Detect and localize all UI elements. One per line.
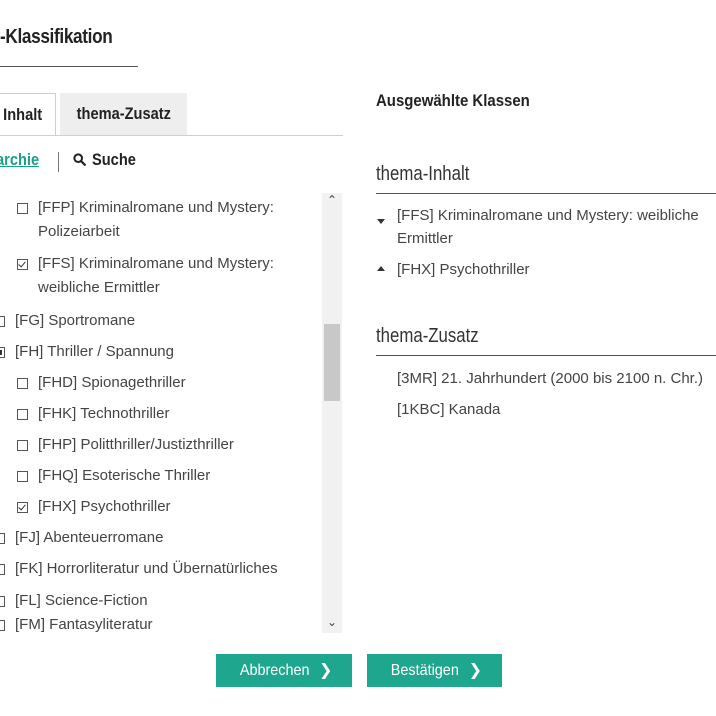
tree-item-line1: [FHD] Spionagethriller — [38, 374, 186, 391]
tree-item-checkbox[interactable] — [0, 620, 5, 631]
hierarchy-link[interactable]: archie — [0, 150, 39, 170]
tree-item-checkbox[interactable] — [0, 596, 5, 607]
tree-item-checkbox[interactable] — [17, 259, 28, 270]
selected-classes-title: Ausgewählte Klassen — [376, 91, 530, 110]
tree-item-line1: [FJ] Abenteuerromane — [15, 529, 164, 546]
selected-item-line1: [3MR] 21. Jahrhundert (2000 bis 2100 n. … — [397, 370, 704, 387]
expand-arrow-icon[interactable] — [377, 266, 385, 271]
tree-item-label: [FFP] Kriminalromane und Mystery: Polizei… — [38, 196, 274, 244]
selected-item-line1: [FFS] Kriminalromane und Mystery: weibli… — [397, 207, 699, 224]
search-link[interactable]: Suche — [73, 150, 143, 170]
tree-item-label: [FM] Fantasyliteratur — [15, 613, 153, 633]
tree-item-line1: [FM] Fantasyliteratur — [15, 616, 153, 633]
tree-item-label: [FHX] Psychothriller — [38, 495, 171, 519]
tree-item-checkbox[interactable] — [0, 533, 5, 544]
chevron-right-icon: ❯ — [468, 662, 482, 679]
tree-item-label: [FHD] Spionagethriller — [38, 371, 186, 395]
confirm-button[interactable]: Bestätigen ❯ — [367, 654, 502, 687]
search-icon — [73, 153, 86, 166]
tab-zusatz[interactable]: thema-Zusatz — [60, 93, 187, 135]
tree-item-line1: [FFP] Kriminalromane und Mystery: — [38, 199, 274, 216]
tree-item-line1: [FK] Horrorliteratur und Übernatürliches — [15, 560, 278, 577]
page-title: -Klassifikation — [0, 26, 113, 48]
tree-item-line1: [FHP] Politthriller/Justizthriller — [38, 436, 234, 453]
collapse-arrow-icon[interactable] — [377, 219, 385, 224]
tree-item-line1: [FL] Science-Fiction — [15, 592, 148, 609]
title-underline — [0, 66, 138, 67]
chevron-right-icon: ❯ — [318, 662, 333, 679]
tree-item-label: [FK] Horrorliteratur und Übernatürliches — [15, 557, 278, 581]
tabs-divider — [0, 135, 343, 136]
selected-inhalt-rule — [376, 193, 716, 194]
tree-item-line1: [FHX] Psychothriller — [38, 498, 171, 515]
selected-item-line2: Ermittler — [397, 230, 453, 247]
tree-item-line1: [FH] Thriller / Spannung — [15, 343, 174, 360]
selected-item[interactable]: [1KBC] Kanada — [397, 398, 500, 421]
tab-inhalt-label: Inhalt — [3, 105, 43, 124]
tree-scrollbar[interactable]: ⌃ ⌄ — [322, 193, 342, 633]
tree-item-checkbox[interactable] — [17, 203, 28, 214]
category-tree: [FFP] Kriminalromane und Mystery: Polizei… — [0, 193, 343, 633]
mode-separator — [58, 152, 59, 172]
scroll-down-icon[interactable]: ⌄ — [322, 615, 342, 633]
tree-item-checkbox[interactable] — [17, 409, 28, 420]
selected-item-line1: [FHX] Psychothriller — [397, 261, 530, 278]
tree-item-label: [FJ] Abenteuerromane — [15, 526, 163, 550]
tree-item-checkbox[interactable] — [0, 316, 5, 327]
tree-item-checkbox[interactable] — [0, 347, 5, 358]
tree-item-label: [FFS] Kriminalromane und Mystery: weiblic… — [38, 252, 274, 300]
tree-item-checkbox[interactable] — [0, 564, 5, 575]
selected-item[interactable]: [FHX] Psychothriller — [397, 258, 530, 281]
tree-item-label: [FG] Sportromane — [15, 309, 135, 333]
tree-item-label: [FHQ] Esoterische Thriller — [38, 464, 210, 488]
tree-item-line1: [FFS] Kriminalromane und Mystery: — [38, 255, 274, 272]
tree-item-label: [FHP] Politthriller/Justizthriller — [38, 433, 234, 457]
tree-item-label: [FL] Science-Fiction — [15, 589, 148, 613]
tree-item-line1: [FHK] Technothriller — [38, 405, 170, 422]
cancel-button-label: Abbrechen — [239, 662, 310, 679]
tree-item-line1: [FG] Sportromane — [15, 312, 136, 329]
confirm-button-label: Bestätigen — [390, 662, 459, 679]
selected-item[interactable]: [FFS] Kriminalromane und Mystery: weibli… — [397, 204, 699, 250]
tree-item-label: [FH] Thriller / Spannung — [15, 340, 174, 364]
selected-zusatz-title: thema-Zusatz — [376, 325, 479, 347]
tab-inhalt[interactable]: Inhalt — [0, 93, 56, 136]
tree-item-line2: weibliche Ermittler — [38, 279, 160, 296]
selected-zusatz-rule — [376, 355, 716, 356]
tree-item-line2: Polizeiarbeit — [38, 223, 120, 240]
search-label: Suche — [92, 150, 136, 169]
tree-item-checkbox[interactable] — [17, 502, 28, 513]
tree-item-checkbox[interactable] — [17, 440, 28, 451]
scroll-thumb[interactable] — [324, 324, 340, 401]
tree-item-checkbox[interactable] — [17, 378, 28, 389]
selected-item[interactable]: [3MR] 21. Jahrhundert (2000 bis 2100 n. … — [397, 367, 703, 390]
tab-zusatz-label: thema-Zusatz — [76, 104, 171, 123]
tree-item-line1: [FHQ] Esoterische Thriller — [38, 467, 211, 484]
tree-item-checkbox[interactable] — [17, 471, 28, 482]
cancel-button[interactable]: Abbrechen ❯ — [216, 654, 352, 687]
selected-item-line1: [1KBC] Kanada — [397, 401, 501, 418]
classification-tabs: Inhalt thema-Zusatz — [0, 93, 343, 136]
selected-inhalt-title: thema-Inhalt — [376, 163, 470, 185]
tree-item-label: [FHK] Technothriller — [38, 402, 169, 426]
scroll-up-icon[interactable]: ⌃ — [322, 193, 342, 211]
